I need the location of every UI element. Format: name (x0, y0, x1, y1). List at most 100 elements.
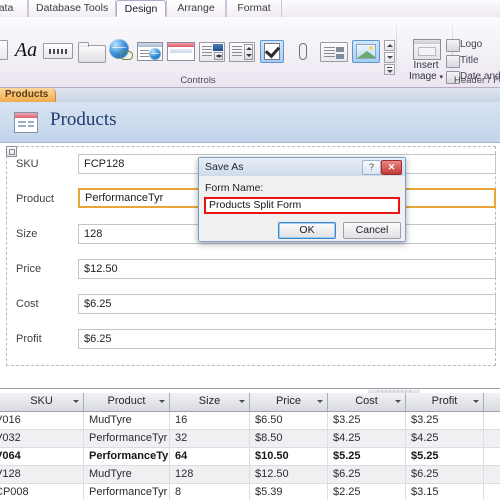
table-row[interactable]: CP008 PerformanceTyr 8 $5.39 $2.25 $3.15 (0, 484, 500, 500)
web-browser-control-icon[interactable] (137, 42, 163, 61)
image-icon[interactable] (352, 40, 380, 63)
insert-image-button[interactable]: Insert Image ▾ (402, 39, 450, 87)
list-box-icon[interactable] (229, 42, 255, 62)
column-header-size[interactable]: Size (170, 393, 250, 411)
chevron-down-icon[interactable] (473, 400, 479, 403)
cell-product: MudTyre (84, 466, 170, 483)
button-icon-glyph (49, 49, 67, 54)
tab-control-icon-glyph (78, 42, 106, 63)
tab-external-data-label: ata (0, 2, 14, 14)
list-box-lines-glyph (232, 46, 242, 58)
save-as-dialog-titlebar[interactable]: Save As ? ✕ (199, 158, 405, 177)
column-header-cost[interactable]: Cost (328, 393, 406, 411)
table-row[interactable]: V016 MudTyre 16 $6.50 $3.25 $3.25 (0, 412, 500, 429)
attachment-clip-icon[interactable] (295, 41, 311, 63)
tab-control-icon[interactable] (78, 41, 106, 63)
combo-box-icon[interactable] (199, 42, 225, 62)
column-header-product[interactable]: Product (84, 393, 170, 411)
cell-profit: $3.25 (406, 412, 484, 429)
group-label-header-footer: Header / Foote (454, 75, 500, 86)
table-row[interactable]: V032 PerformanceTyr 32 $8.50 $4.25 $4.25 (0, 430, 500, 447)
form-design-canvas: Products SKU FCP128 Product PerformanceT… (0, 102, 500, 388)
tab-database-tools[interactable]: Database Tools (28, 0, 116, 17)
form-selector-handle[interactable] (6, 146, 17, 157)
field-label-price: Price (16, 263, 42, 275)
save-as-dialog: Save As ? ✕ Form Name: OK Cancel (198, 157, 406, 242)
cell-profit: $3.15 (406, 484, 484, 500)
tab-format[interactable]: Format (226, 0, 282, 17)
check-box-icon[interactable] (260, 40, 284, 63)
tab-external-data[interactable]: ata (0, 0, 28, 17)
ok-button[interactable]: OK (278, 222, 336, 239)
tab-arrange-label: Arrange (177, 2, 215, 14)
field-input-price[interactable]: $12.50 (78, 259, 496, 279)
cell-cost: $3.25 (328, 412, 406, 429)
title-label: Title (460, 55, 479, 66)
tab-arrange[interactable]: Arrange (166, 0, 226, 17)
logo-button[interactable]: Logo (446, 39, 483, 52)
check-mark-glyph (264, 42, 281, 59)
field-label-profit: Profit (16, 333, 42, 345)
document-tab-products-label: Products (5, 89, 49, 100)
form-name-field-highlight (204, 197, 400, 214)
button-icon[interactable] (43, 43, 73, 59)
chevron-down-icon[interactable] (159, 400, 165, 403)
web-browser-globe-glyph (149, 48, 161, 60)
logo-icon (446, 39, 460, 52)
document-tab-products[interactable]: Products (0, 88, 57, 102)
title-button[interactable]: Title (446, 55, 479, 68)
cell-size: 128 (170, 466, 250, 483)
cell-price: $12.50 (250, 466, 328, 483)
cell-price: $5.39 (250, 484, 328, 500)
web-browser-lines-glyph (140, 50, 149, 57)
gallery-scroll-down-icon[interactable] (384, 52, 395, 63)
cancel-button[interactable]: Cancel (343, 222, 401, 239)
form-name-label: Form Name: (205, 182, 264, 194)
field-input-profit[interactable]: $6.25 (78, 329, 496, 349)
column-header-price[interactable]: Price (250, 393, 328, 411)
hyperlink-globe-icon[interactable] (108, 39, 134, 63)
cell-profit: $6.25 (406, 466, 484, 483)
subform-block-b-glyph (336, 54, 344, 59)
chevron-down-icon[interactable] (395, 400, 401, 403)
form-title: Products (50, 109, 117, 130)
attachment-clip-glyph (299, 43, 307, 60)
field-input-cost[interactable]: $6.25 (78, 294, 496, 314)
tab-database-tools-label: Database Tools (36, 2, 109, 14)
list-box-spinner-glyph (244, 44, 253, 60)
close-icon[interactable]: ✕ (381, 160, 402, 175)
gallery-more-icon[interactable] (384, 64, 395, 75)
cell-size: 32 (170, 430, 250, 447)
chevron-down-icon[interactable] (239, 400, 245, 403)
form-icon (14, 112, 38, 133)
help-icon[interactable]: ? (362, 160, 381, 175)
tab-design-label: Design (124, 3, 158, 15)
chevron-down-icon[interactable] (317, 400, 323, 403)
ribbon-controls-panel: Aa Insert Image ▾ Logo Title Date and Co… (0, 17, 500, 88)
combo-box-spinner-glyph (214, 52, 223, 60)
form-name-input[interactable] (206, 199, 398, 212)
insert-image-label-line1: Insert (413, 60, 439, 71)
navigation-control-icon[interactable] (167, 42, 195, 61)
field-label-cost: Cost (16, 298, 39, 310)
cell-cost: $4.25 (328, 430, 406, 447)
table-row[interactable]: V128 MudTyre 128 $12.50 $6.25 $6.25 (0, 466, 500, 483)
text-box-icon[interactable] (0, 40, 8, 60)
field-label-sku: SKU (16, 158, 39, 170)
cell-sku: V016 (0, 412, 84, 429)
cell-profit: $4.25 (406, 430, 484, 447)
logo-label: Logo (460, 39, 483, 50)
column-header-sku[interactable]: SKU (0, 393, 84, 411)
group-divider-controls (396, 20, 397, 78)
save-as-dialog-body: Form Name: OK Cancel (199, 176, 405, 241)
access-form-design-window: ata Database Tools Design Arrange Format… (0, 0, 500, 500)
chevron-down-icon[interactable] (73, 400, 79, 403)
cell-product: PerformanceTyr (84, 448, 170, 465)
label-aa-icon[interactable]: Aa (13, 39, 39, 61)
column-header-profit[interactable]: Profit (406, 393, 484, 411)
subform-icon[interactable] (320, 42, 348, 62)
table-row[interactable]: V064 PerformanceTyr 64 $10.50 $5.25 $5.2… (0, 448, 500, 465)
cell-size: 8 (170, 484, 250, 500)
gallery-scroll-up-icon[interactable] (384, 40, 395, 51)
tab-design[interactable]: Design (116, 0, 166, 17)
